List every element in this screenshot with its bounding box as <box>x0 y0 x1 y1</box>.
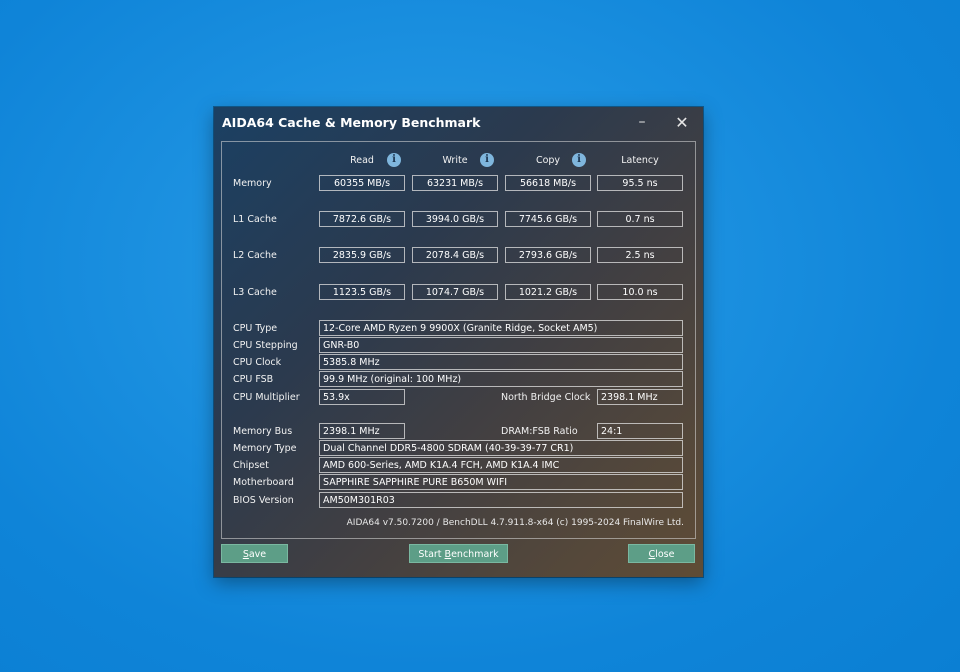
motherboard-label: Motherboard <box>233 477 294 488</box>
memory-write-value: 63231 MB/s <box>412 175 498 191</box>
l3-copy-value: 1021.2 GB/s <box>505 284 591 300</box>
close-button[interactable]: Close <box>628 544 695 563</box>
l2-read-value: 2835.9 GB/s <box>319 247 405 263</box>
minimize-button[interactable]: – <box>628 111 656 133</box>
bios-version-value: AM50M301R03 <box>319 492 683 508</box>
l1-copy-value: 7745.6 GB/s <box>505 211 591 227</box>
north-bridge-clock-value: 2398.1 MHz <box>597 389 683 405</box>
row-label-memory: Memory <box>233 178 272 189</box>
start-benchmark-button[interactable]: Start Benchmark <box>409 544 508 563</box>
north-bridge-clock-label: North Bridge Clock <box>501 392 591 403</box>
l3-write-value: 1074.7 GB/s <box>412 284 498 300</box>
cpu-type-label: CPU Type <box>233 323 278 334</box>
l2-latency-value: 2.5 ns <box>597 247 683 263</box>
chipset-label: Chipset <box>233 460 269 471</box>
cpu-type-value: 12-Core AMD Ryzen 9 9900X (Granite Ridge… <box>319 320 683 336</box>
l3-read-value: 1123.5 GB/s <box>319 284 405 300</box>
close-icon: ✕ <box>675 112 689 132</box>
memory-copy-value: 56618 MB/s <box>505 175 591 191</box>
row-label-l1-cache: L1 Cache <box>233 214 277 225</box>
window-title: AIDA64 Cache & Memory Benchmark <box>222 115 481 130</box>
l1-write-value: 3994.0 GB/s <box>412 211 498 227</box>
cpu-multiplier-value: 53.9x <box>319 389 405 405</box>
memory-latency-value: 95.5 ns <box>597 175 683 191</box>
memory-read-value: 60355 MB/s <box>319 175 405 191</box>
memory-type-label: Memory Type <box>233 443 297 454</box>
minimize-icon: – <box>638 114 646 130</box>
cpu-stepping-label: CPU Stepping <box>233 340 298 351</box>
column-header-latency: Latency <box>621 155 659 166</box>
memory-type-value: Dual Channel DDR5-4800 SDRAM (40-39-39-7… <box>319 440 683 456</box>
memory-bus-label: Memory Bus <box>233 426 293 437</box>
close-window-button[interactable]: ✕ <box>668 111 696 133</box>
l1-latency-value: 0.7 ns <box>597 211 683 227</box>
memory-bus-value: 2398.1 MHz <box>319 423 405 439</box>
l2-write-value: 2078.4 GB/s <box>412 247 498 263</box>
cpu-stepping-value: GNR-B0 <box>319 337 683 353</box>
motherboard-value: SAPPHIRE SAPPHIRE PURE B650M WIFI <box>319 474 683 490</box>
close-label-rest: lose <box>655 549 675 560</box>
results-panel: Read i Write i Copy i Latency Memory 603… <box>221 141 696 539</box>
l1-read-value: 7872.6 GB/s <box>319 211 405 227</box>
dram-fsb-ratio-label: DRAM:FSB Ratio <box>501 426 578 437</box>
cpu-fsb-value: 99.9 MHz (original: 100 MHz) <box>319 371 683 387</box>
chipset-value: AMD 600-Series, AMD K1A.4 FCH, AMD K1A.4… <box>319 457 683 473</box>
l3-latency-value: 10.0 ns <box>597 284 683 300</box>
benchmark-window: AIDA64 Cache & Memory Benchmark – ✕ Read… <box>214 107 703 577</box>
cpu-clock-label: CPU Clock <box>233 357 282 368</box>
start-label-prefix: Start <box>418 549 445 560</box>
save-label-rest: ave <box>248 549 267 560</box>
row-label-l2-cache: L2 Cache <box>233 250 277 261</box>
read-info-icon[interactable]: i <box>387 153 401 167</box>
bios-version-label: BIOS Version <box>233 495 294 506</box>
write-info-icon[interactable]: i <box>480 153 494 167</box>
row-label-l3-cache: L3 Cache <box>233 287 277 298</box>
copy-info-icon[interactable]: i <box>572 153 586 167</box>
copyright-footer: AIDA64 v7.50.7200 / BenchDLL 4.7.911.8-x… <box>346 518 684 528</box>
dram-fsb-ratio-value: 24:1 <box>597 423 683 439</box>
cpu-fsb-label: CPU FSB <box>233 374 274 385</box>
title-bar[interactable]: AIDA64 Cache & Memory Benchmark – ✕ <box>214 107 703 137</box>
start-label-rest: enchmark <box>451 549 499 560</box>
cpu-multiplier-label: CPU Multiplier <box>233 392 300 403</box>
save-button[interactable]: Save <box>221 544 288 563</box>
cpu-clock-value: 5385.8 MHz <box>319 354 683 370</box>
l2-copy-value: 2793.6 GB/s <box>505 247 591 263</box>
